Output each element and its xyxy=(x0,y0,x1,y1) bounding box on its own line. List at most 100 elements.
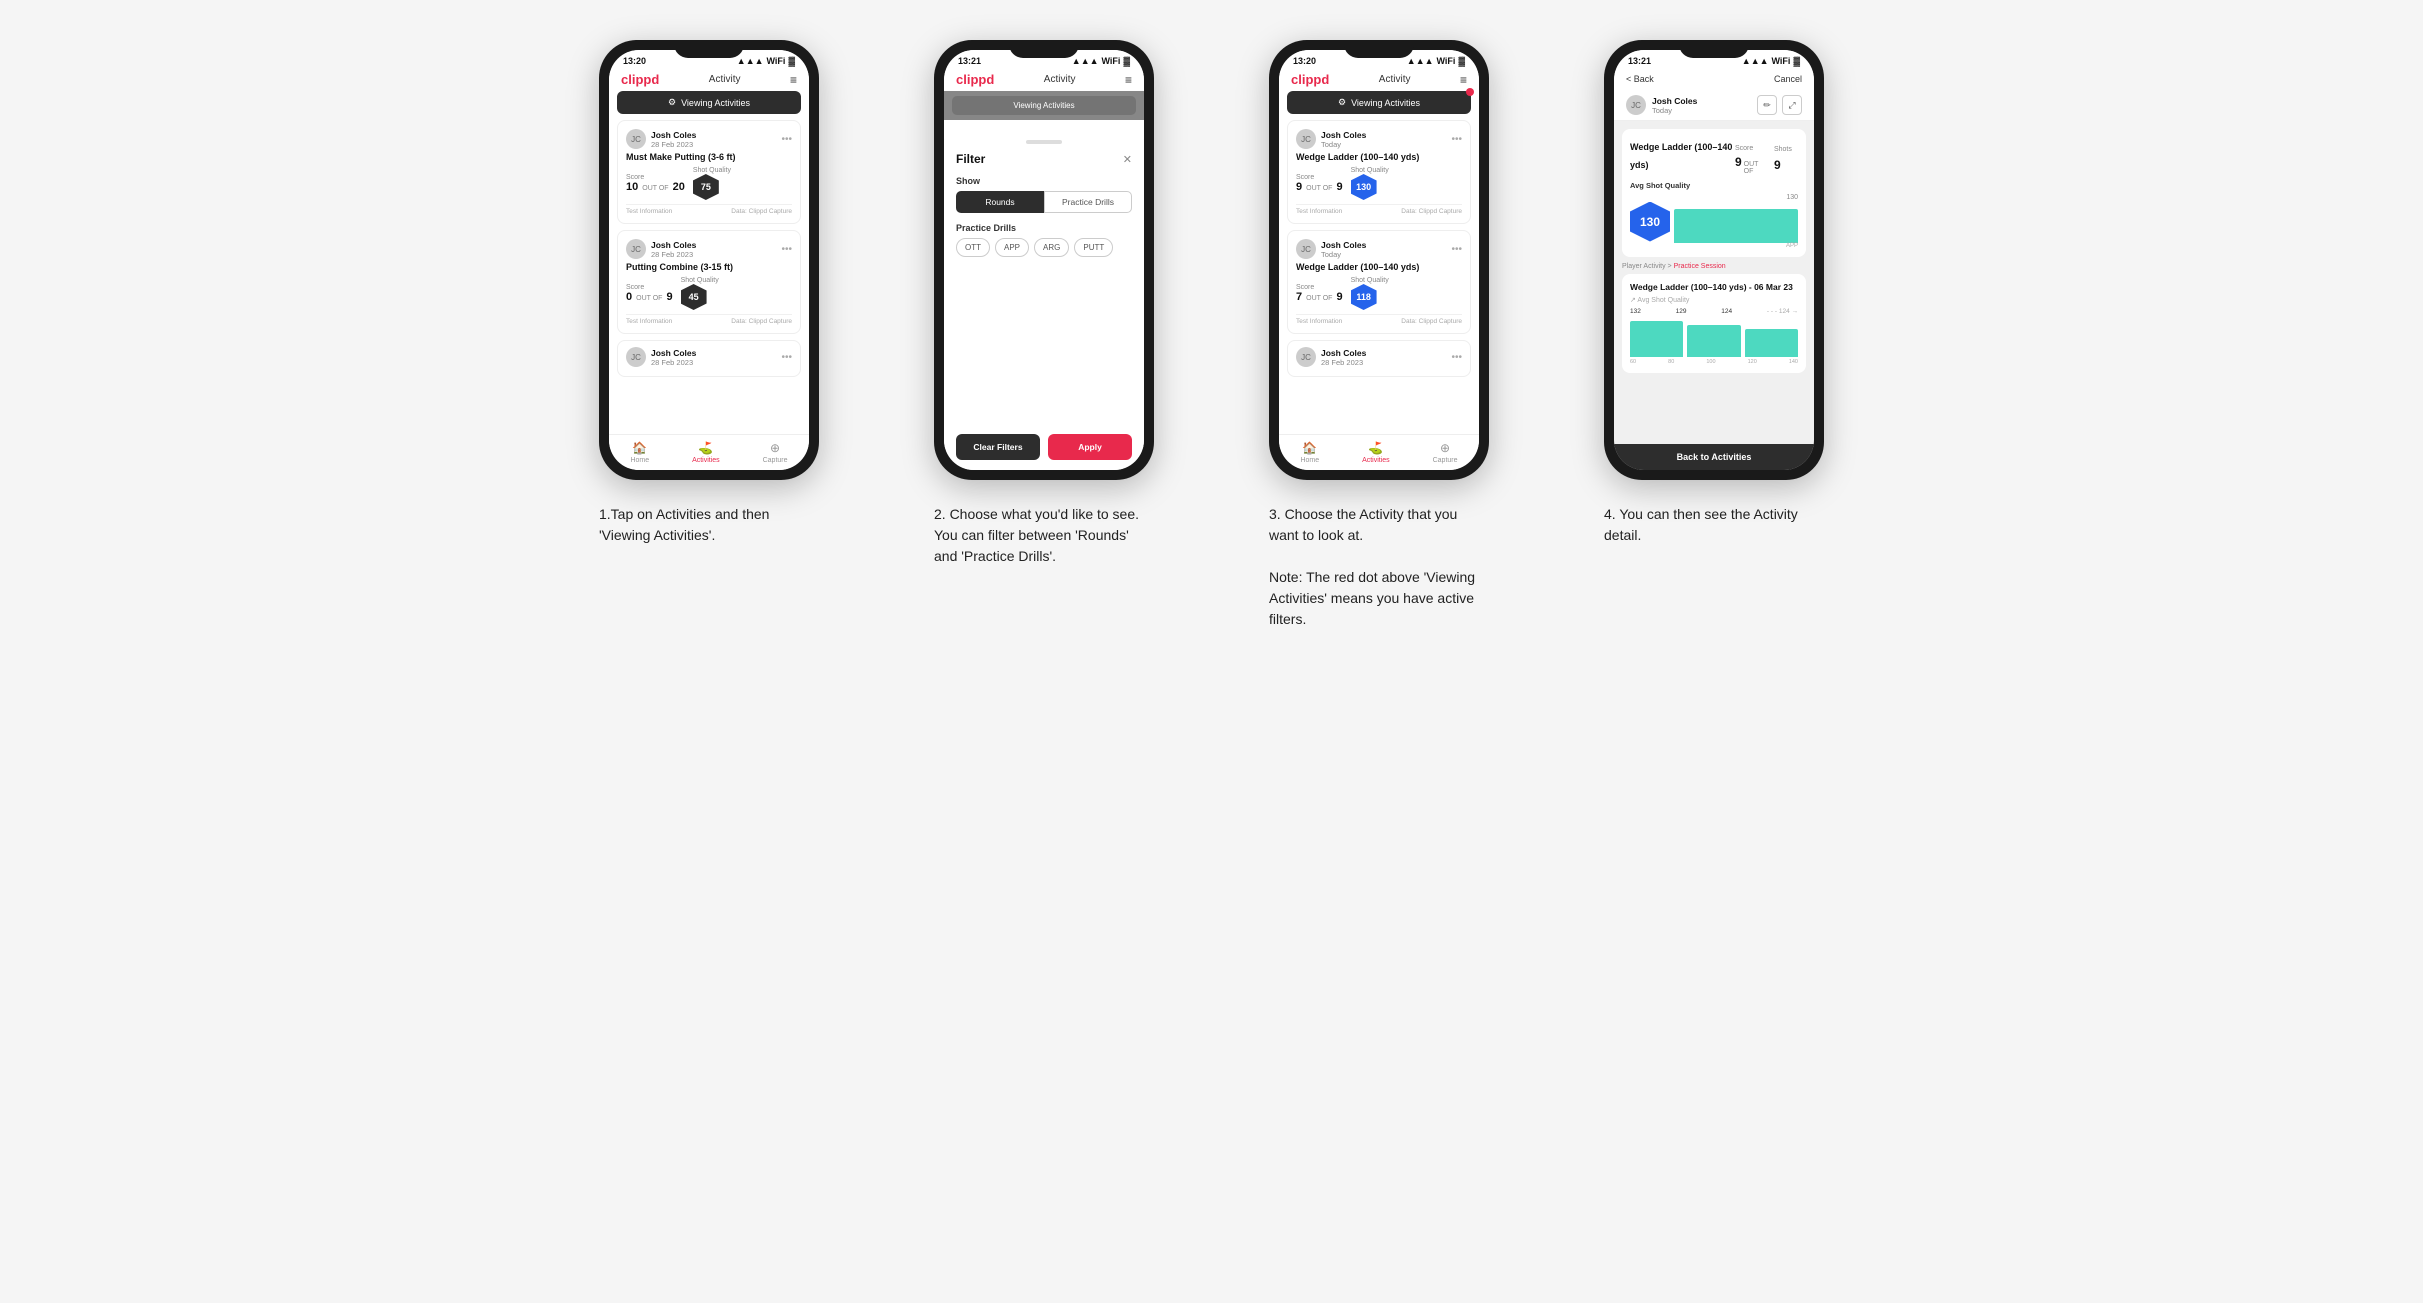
phone-inner-2: 13:21 ▲▲▲ WiFi ▓ clippd Activity ≡ xyxy=(944,50,1144,470)
bar-label-2: 129 xyxy=(1676,308,1687,315)
activity-card-3-1[interactable]: JC Josh Coles Today ••• Wedge Ladder (10… xyxy=(1287,120,1471,224)
phone-1: 13:20 ▲▲▲ WiFi ▓ clippd Activity ≡ ⚙ V xyxy=(599,40,819,480)
notch-4 xyxy=(1679,40,1749,58)
score-label-1-2: Score xyxy=(626,284,673,291)
menu-icon-3[interactable]: ≡ xyxy=(1460,73,1467,87)
close-btn-2[interactable]: ✕ xyxy=(1123,153,1132,166)
score-val-3-1: 9 xyxy=(1296,181,1302,193)
activities-icon-1: ⛳ xyxy=(698,441,713,455)
edit-btn-4[interactable]: ✏ xyxy=(1757,95,1777,115)
pill-ott-2[interactable]: OTT xyxy=(956,238,990,257)
viewing-banner-1[interactable]: ⚙ Viewing Activities xyxy=(617,91,801,114)
session-drill-name-4: Wedge Ladder (100–140 yds) - 06 Mar 23 xyxy=(1630,282,1798,292)
wifi-icon-4: WiFi xyxy=(1772,56,1791,66)
stats-row-3-1: Score 9 OUT OF 9 Shot Quality 130 xyxy=(1296,167,1462,200)
battery-icon-4: ▓ xyxy=(1793,56,1800,66)
dots-menu-3-3[interactable]: ••• xyxy=(1451,352,1462,363)
wifi-icon-3: WiFi xyxy=(1437,56,1456,66)
stat-group-score-1-2: Score 0 OUT OF 9 xyxy=(626,284,673,303)
user-name-4: Josh Coles xyxy=(1652,96,1697,106)
filter-title-2: Filter xyxy=(956,152,985,166)
card-header-1-3: JC Josh Coles 28 Feb 2023 ••• xyxy=(626,347,792,367)
drag-handle-2[interactable] xyxy=(1026,140,1062,144)
back-to-activities-btn-4[interactable]: Back to Activities xyxy=(1614,444,1814,470)
user-date-3-3: 28 Feb 2023 xyxy=(1321,358,1366,367)
score-val-1-1: 10 xyxy=(626,181,638,193)
cancel-btn-4[interactable]: Cancel xyxy=(1774,74,1802,84)
expand-btn-4[interactable]: ⤢ xyxy=(1782,95,1802,115)
out-of-1-2: OUT OF xyxy=(636,295,662,302)
card-header-3-2: JC Josh Coles Today ••• xyxy=(1296,239,1462,259)
quality-label-3-1: Shot Quality xyxy=(1351,167,1389,174)
battery-icon: ▓ xyxy=(788,56,795,66)
user-date-4: Today xyxy=(1652,106,1697,115)
user-date-3-1: Today xyxy=(1321,140,1366,149)
status-icons-3: ▲▲▲ WiFi ▓ xyxy=(1407,56,1465,66)
pill-arg-2[interactable]: ARG xyxy=(1034,238,1069,257)
user-details-1-1: Josh Coles 28 Feb 2023 xyxy=(651,130,696,149)
back-btn-4[interactable]: < Back xyxy=(1626,74,1654,84)
nav-home-3[interactable]: 🏠 Home xyxy=(1300,441,1319,464)
drill-name-1-1: Must Make Putting (3-6 ft) xyxy=(626,152,792,162)
card-header-1-1: JC Josh Coles 28 Feb 2023 ••• xyxy=(626,129,792,149)
session-bar-1 xyxy=(1630,321,1683,357)
out-of-4: OUT OF xyxy=(1744,161,1764,175)
nav-home-1[interactable]: 🏠 Home xyxy=(630,441,649,464)
card-header-3-1: JC Josh Coles Today ••• xyxy=(1296,129,1462,149)
score-col-4: Score 9 OUT OF xyxy=(1735,137,1764,175)
session-chart-4: 132 129 124 - - - 124 → 6 xyxy=(1630,308,1798,365)
menu-icon-2[interactable]: ≡ xyxy=(1125,73,1132,87)
dots-menu-1-1[interactable]: ••• xyxy=(781,134,792,145)
score-inline-3-2: 7 OUT OF 9 xyxy=(1296,291,1343,303)
activity-card-1-1[interactable]: JC Josh Coles 28 Feb 2023 ••• Must Make … xyxy=(617,120,801,224)
session-link-4[interactable]: Practice Session xyxy=(1674,263,1726,270)
app-bar-2: clippd Activity ≡ xyxy=(944,68,1144,91)
viewing-banner-3[interactable]: ⚙ Viewing Activities xyxy=(1287,91,1471,114)
dots-menu-3-1[interactable]: ••• xyxy=(1451,134,1462,145)
nav-capture-1[interactable]: ⊕ Capture xyxy=(763,441,788,464)
pill-putt-2[interactable]: PUTT xyxy=(1074,238,1113,257)
app-title-3: Activity xyxy=(1379,74,1411,85)
shots-val-1-1: 20 xyxy=(673,181,685,193)
card-header-1-2: JC Josh Coles 28 Feb 2023 ••• xyxy=(626,239,792,259)
shots-val-1-2: 9 xyxy=(666,291,672,303)
activities-label-3: Activities xyxy=(1362,457,1390,464)
viewing-label-3: Viewing Activities xyxy=(1351,98,1420,108)
user-info-3-2: JC Josh Coles Today xyxy=(1296,239,1366,259)
user-date-1-1: 28 Feb 2023 xyxy=(651,140,696,149)
quality-badge-1-2: 45 xyxy=(681,284,707,310)
practice-btn-2[interactable]: Practice Drills xyxy=(1044,191,1132,213)
practice-sub-label-2: Practice Drills xyxy=(956,223,1132,233)
menu-icon-1[interactable]: ≡ xyxy=(790,73,797,87)
apply-btn-2[interactable]: Apply xyxy=(1048,434,1132,460)
activity-card-1-3: JC Josh Coles 28 Feb 2023 ••• xyxy=(617,340,801,377)
app-title-1: Activity xyxy=(709,74,741,85)
rounds-btn-2[interactable]: Rounds xyxy=(956,191,1044,213)
quality-val-3-2: 118 xyxy=(1356,292,1371,302)
shots-val-3-1: 9 xyxy=(1336,181,1342,193)
dots-menu-1-2[interactable]: ••• xyxy=(781,244,792,255)
detail-body-4: Wedge Ladder (100–140 yds) Score 9 OUT O… xyxy=(1614,121,1814,444)
clear-filters-btn-2[interactable]: Clear Filters xyxy=(956,434,1040,460)
notch-2 xyxy=(1009,40,1079,58)
dots-menu-1-3[interactable]: ••• xyxy=(781,352,792,363)
user-info-1-2: JC Josh Coles 28 Feb 2023 xyxy=(626,239,696,259)
stats-row-3-2: Score 7 OUT OF 9 Shot Quality 118 xyxy=(1296,277,1462,310)
quality-val-1-2: 45 xyxy=(689,292,699,302)
test-info-1-2: Test Information xyxy=(626,318,672,325)
home-label-3: Home xyxy=(1300,457,1319,464)
activity-card-1-2[interactable]: JC Josh Coles 28 Feb 2023 ••• Putting Co… xyxy=(617,230,801,334)
status-icons-2: ▲▲▲ WiFi ▓ xyxy=(1072,56,1130,66)
nav-activities-1[interactable]: ⛳ Activities xyxy=(692,441,720,464)
phone-3: 13:20 ▲▲▲ WiFi ▓ clippd Activity ≡ ⚙ V xyxy=(1269,40,1489,480)
stat-group-score-3-2: Score 7 OUT OF 9 xyxy=(1296,284,1343,303)
dots-menu-3-2[interactable]: ••• xyxy=(1451,244,1462,255)
pill-app-2[interactable]: APP xyxy=(995,238,1029,257)
home-icon-1: 🏠 xyxy=(632,441,647,455)
logo-3: clippd xyxy=(1291,72,1329,87)
score-label-1-1: Score xyxy=(626,174,685,181)
nav-activities-3[interactable]: ⛳ Activities xyxy=(1362,441,1390,464)
session-bars-4 xyxy=(1630,317,1798,357)
nav-capture-3[interactable]: ⊕ Capture xyxy=(1433,441,1458,464)
activity-card-3-2[interactable]: JC Josh Coles Today ••• Wedge Ladder (10… xyxy=(1287,230,1471,334)
